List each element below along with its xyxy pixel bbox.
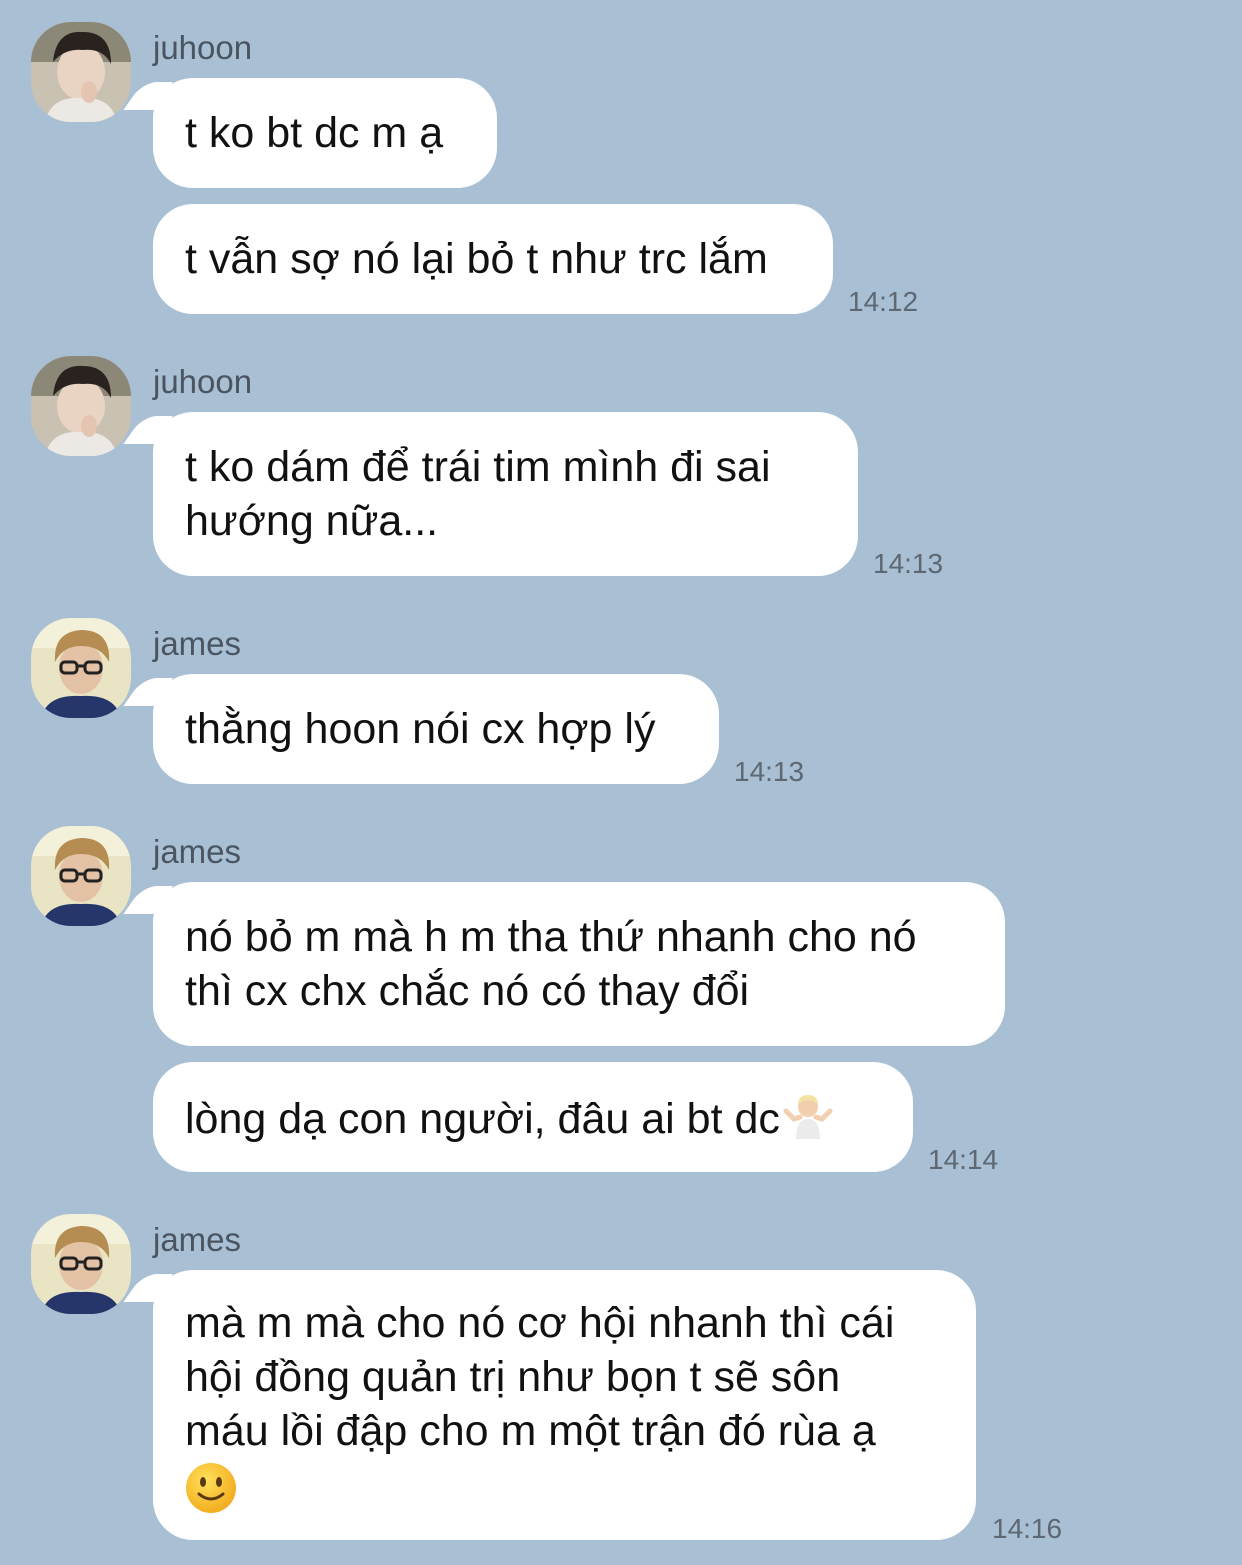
message-line: lòng dạ con người, đâu ai bt dc [185,1089,881,1146]
sender-name: james [153,625,242,662]
sender-name: james [153,1221,242,1258]
message-text: hướng nữa... [185,497,439,545]
message-timestamp: 14:12 [848,286,919,317]
sender-name: juhoon [153,29,253,66]
message-text: nó bỏ m mà h m tha thứ nhanh cho nó [185,913,917,961]
message-text: máu lồi đập cho m một trận đó rùa ạ [185,1407,876,1456]
james-avatar[interactable] [31,826,131,926]
message-text: t vẫn sợ nó lại bỏ t như trc lắm [185,235,768,283]
message-text: lòng dạ con người, đâu ai bt dc [185,1094,780,1143]
james-avatar[interactable] [31,1214,131,1314]
message-bubble[interactable]: t ko dám để trái tim mình đi sai hướng n… [153,412,858,576]
juhoon-avatar[interactable] [31,356,131,456]
message-timestamp: 14:14 [928,1144,999,1175]
message-text: hội đồng quản trị như bọn t sẽ sôn [185,1353,841,1402]
message-timestamp: 14:13 [873,548,944,579]
message-bubble[interactable]: t ko bt dc m ạ [153,78,497,188]
juhoon-avatar[interactable] [31,22,131,122]
sender-name: james [153,833,242,870]
message-bubble[interactable]: lòng dạ con người, đâu ai bt dc [153,1062,913,1172]
james-avatar[interactable] [31,618,131,718]
message-line [185,1458,944,1514]
message-text: thì cx chx chắc nó có thay đổi [185,967,750,1015]
message-bubble[interactable]: thằng hoon nói cx hợp lý [153,674,719,784]
message-text: t ko bt dc m ạ [185,109,444,157]
message-bubble[interactable]: nó bỏ m mà h m tha thứ nhanh cho nó thì … [153,882,1005,1046]
sender-name: juhoon [153,363,253,400]
person-shrugging-emoji [783,1094,833,1139]
message-text: t ko dám để trái tim mình đi sai [185,443,771,491]
message-timestamp: 14:16 [992,1513,1063,1544]
message-timestamp: 14:13 [734,756,805,787]
slightly-smiling-face-emoji [186,1462,236,1513]
message-text: thằng hoon nói cx hợp lý [185,705,656,753]
message-text: mà m mà cho nó cơ hội nhanh thì cái [185,1299,895,1348]
message-bubble[interactable]: t vẫn sợ nó lại bỏ t như trc lắm [153,204,833,314]
message-bubble[interactable]: mà m mà cho nó cơ hội nhanh thì cái hội … [153,1270,976,1540]
